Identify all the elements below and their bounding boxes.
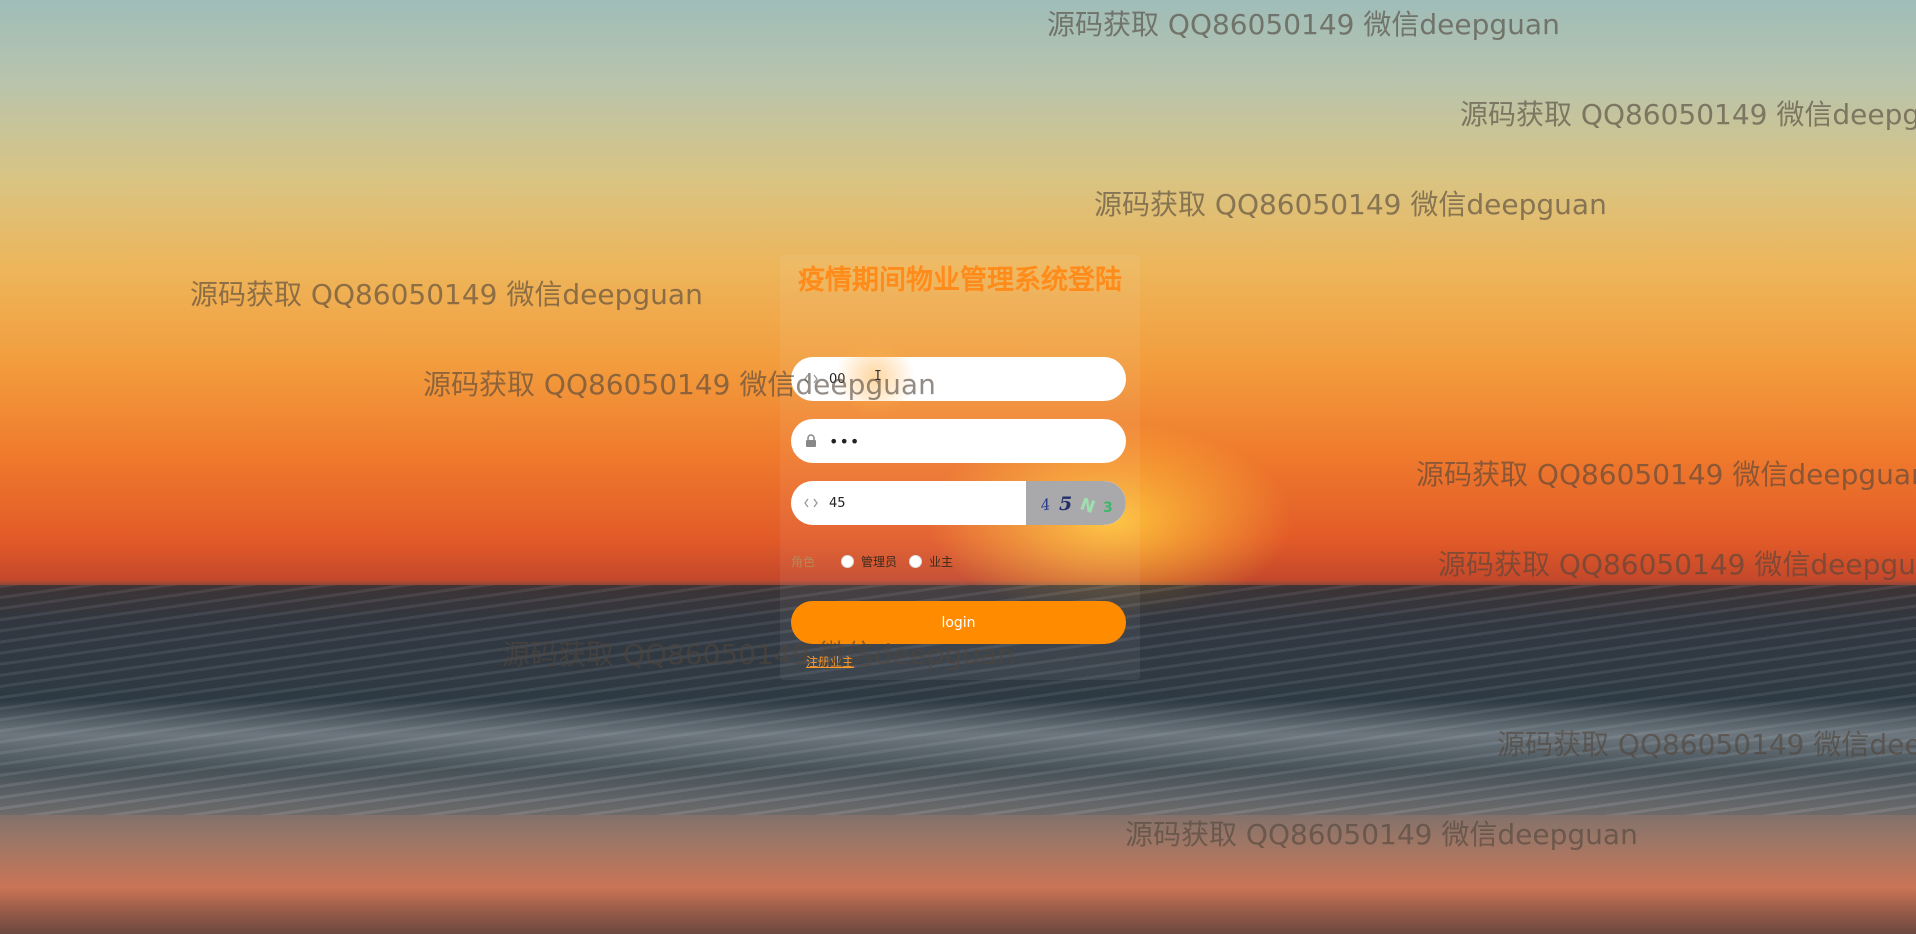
svg-text:3: 3: [1103, 500, 1113, 516]
svg-text:5: 5: [1059, 493, 1072, 515]
captcha-field[interactable]: 4 5 N 3: [791, 481, 1126, 525]
role-selector: 角色 管理员 业主: [791, 551, 965, 571]
username-field[interactable]: [791, 357, 1126, 401]
code-icon: [801, 369, 821, 389]
page-title: 疫情期间物业管理系统登陆: [798, 265, 1122, 296]
role-option-label: 管理员: [861, 554, 898, 569]
role-option-label: 业主: [929, 554, 954, 569]
radio-owner[interactable]: [909, 554, 923, 568]
svg-text:N: N: [1077, 494, 1097, 518]
radio-admin[interactable]: [841, 554, 855, 568]
password-field[interactable]: [791, 419, 1126, 463]
password-input[interactable]: [829, 431, 1029, 451]
register-link[interactable]: 注册业主: [806, 653, 854, 670]
code-icon: [801, 493, 821, 513]
svg-text:4: 4: [1038, 495, 1052, 515]
text-cursor-icon: I: [874, 369, 882, 384]
role-option-admin[interactable]: 管理员: [841, 553, 897, 570]
background-shore: [0, 815, 1916, 934]
role-label: 角色: [791, 554, 816, 569]
background-foam: [0, 700, 1916, 770]
username-input[interactable]: [829, 371, 1029, 387]
captcha-input[interactable]: [829, 495, 1029, 511]
role-option-owner[interactable]: 业主: [909, 553, 953, 570]
login-button[interactable]: login: [791, 601, 1126, 644]
lock-icon: [801, 431, 821, 451]
captcha-image[interactable]: 4 5 N 3: [1026, 481, 1126, 525]
